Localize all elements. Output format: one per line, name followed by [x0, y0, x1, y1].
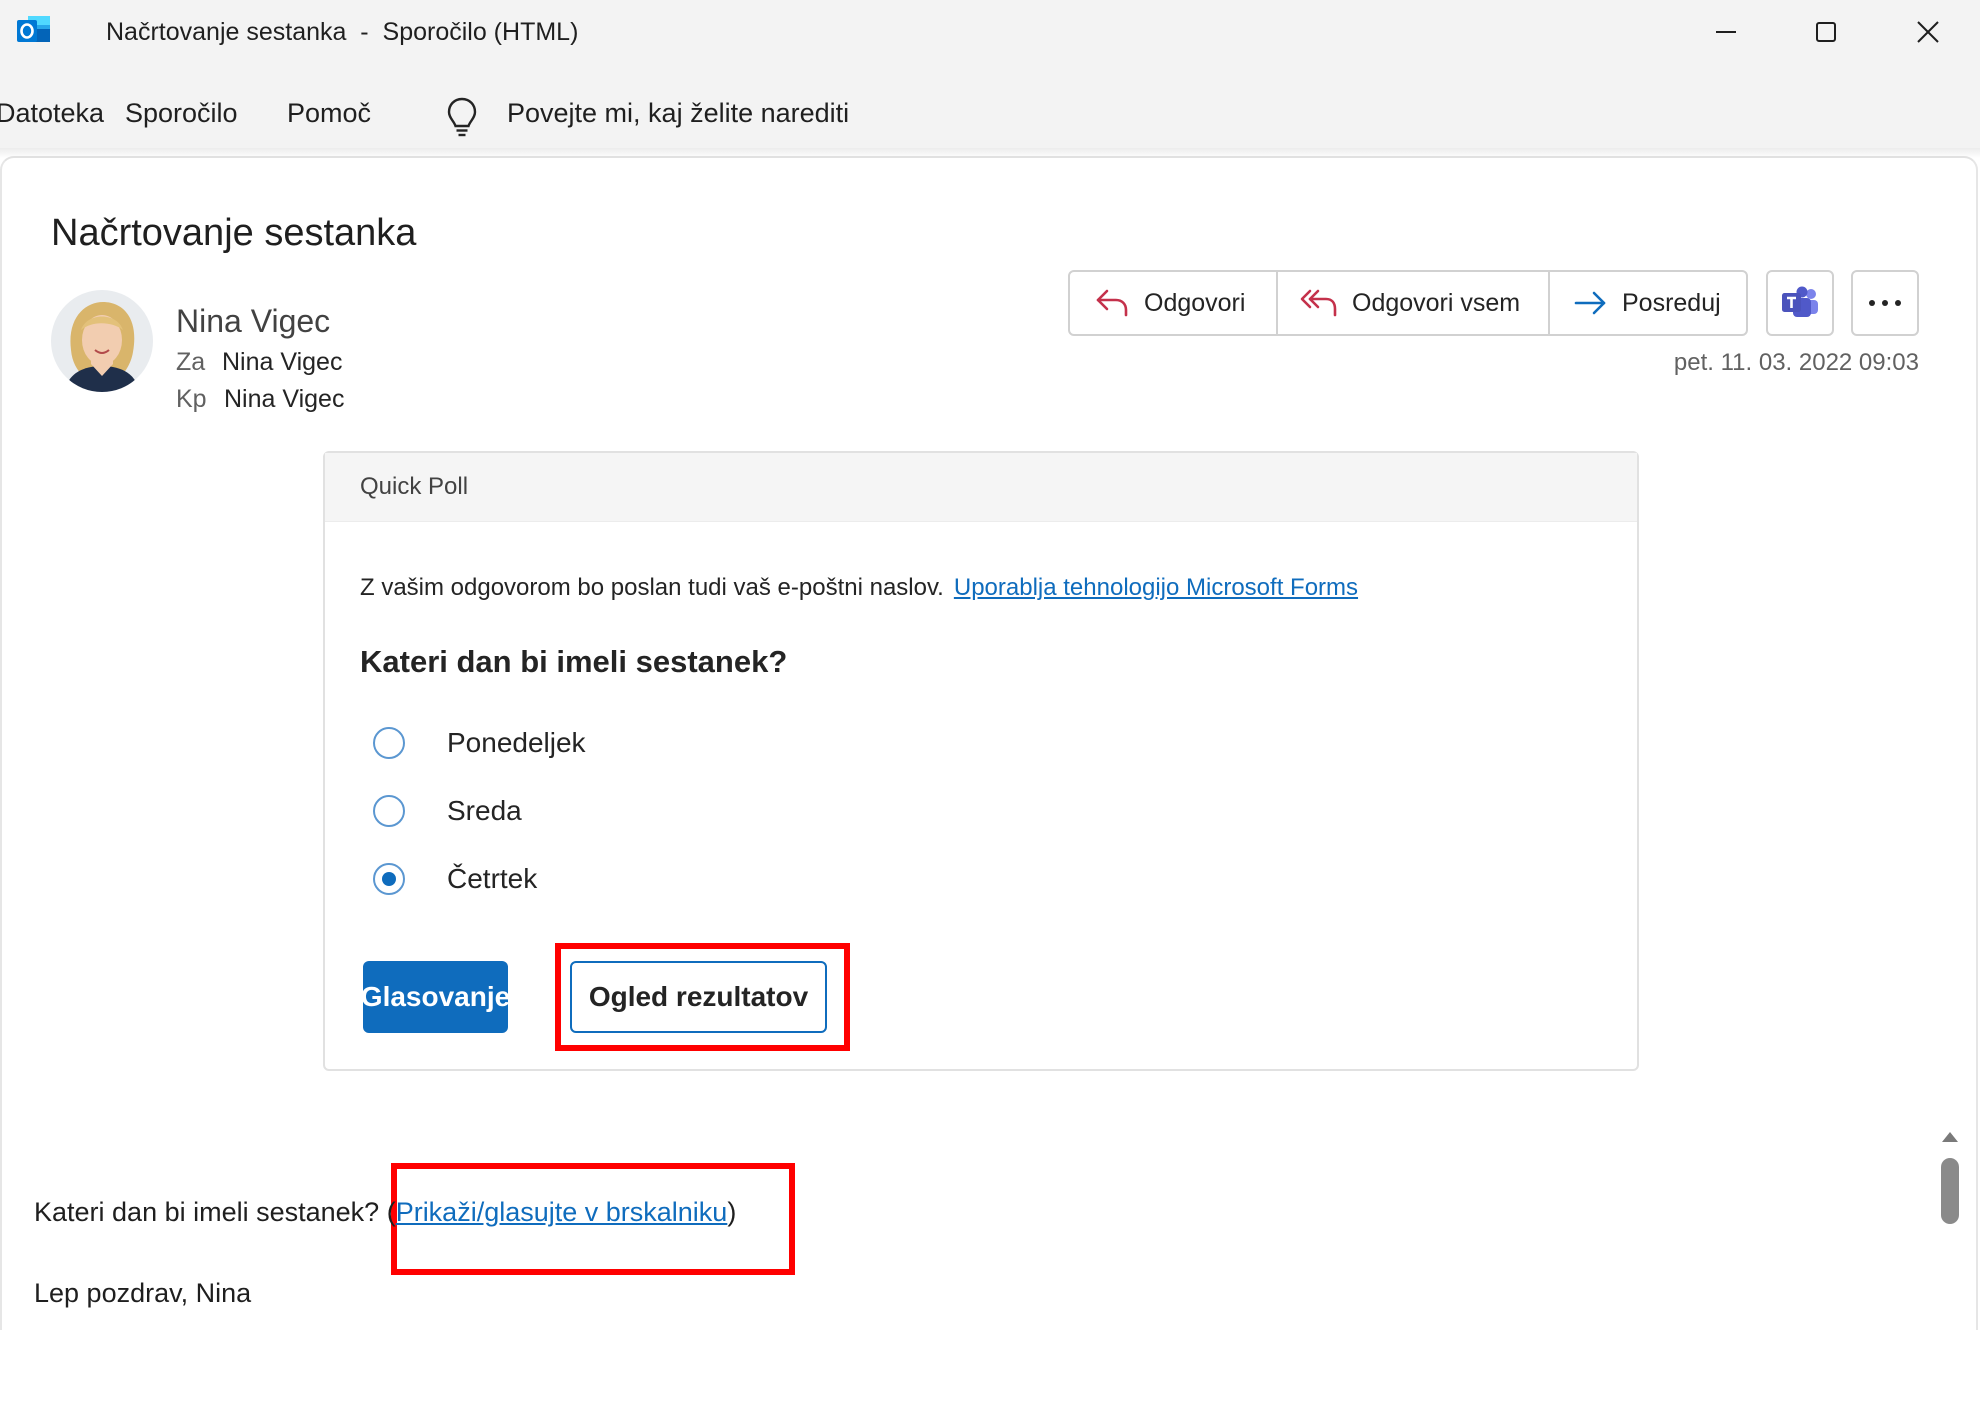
- sender-name[interactable]: Nina Vigec: [176, 303, 330, 340]
- message-subject: Načrtovanje sestanka: [51, 212, 417, 254]
- poll-option-label: Sreda: [447, 795, 522, 826]
- maximize-icon: [1816, 22, 1836, 42]
- minimize-icon: [1716, 31, 1736, 33]
- close-button[interactable]: [1897, 8, 1959, 56]
- radio-button[interactable]: [373, 795, 405, 827]
- poll-header-title: Quick Poll: [360, 473, 469, 500]
- message-date: pet. 11. 03. 2022 09:03: [1673, 349, 1919, 376]
- maximize-button[interactable]: [1795, 8, 1857, 56]
- teams-icon: [1782, 286, 1818, 317]
- reply-all-label: Odgovori vsem: [1352, 288, 1521, 317]
- close-icon: [1917, 21, 1939, 43]
- scroll-up-arrow[interactable]: [1939, 1128, 1961, 1149]
- title-bar: Načrtovanje sestanka - Sporočilo (HTML): [0, 0, 1980, 66]
- radio-button-selected[interactable]: [373, 863, 405, 895]
- poll-option-label: Četrtek: [447, 863, 538, 894]
- quick-poll-card: Quick Poll Z vašim odgovorom bo poslan t…: [323, 451, 1639, 1071]
- poll-header: Quick Poll: [325, 453, 1637, 522]
- outlook-icon: [16, 14, 52, 48]
- poll-question: Kateri dan bi imeli sestanek?: [360, 644, 788, 679]
- menu-item-file[interactable]: Datoteka: [0, 98, 104, 129]
- body-question-line: Kateri dan bi imeli sestanek? (Prikaži/g…: [34, 1197, 736, 1228]
- microsoft-forms-link[interactable]: Uporablja tehnologijo Microsoft Forms: [954, 574, 1358, 601]
- paren-close: ): [727, 1197, 737, 1227]
- forward-button[interactable]: Posreduj: [1550, 272, 1746, 334]
- reply-all-arrow-icon: [1300, 289, 1337, 317]
- reply-button[interactable]: Odgovori: [1070, 272, 1276, 334]
- menu-item-message[interactable]: Sporočilo: [125, 98, 238, 129]
- forward-label: Posreduj: [1622, 288, 1721, 317]
- teams-button[interactable]: [1766, 270, 1834, 336]
- poll-option-wednesday[interactable]: Sreda: [373, 791, 522, 831]
- minimize-button[interactable]: [1695, 8, 1757, 56]
- to-recipient[interactable]: Nina Vigec: [222, 348, 342, 377]
- body-signature: Lep pozdrav, Nina: [34, 1278, 252, 1308]
- body-question-text: Kateri dan bi imeli sestanek?: [34, 1197, 380, 1227]
- scrollbar-thumb[interactable]: [1941, 1158, 1959, 1224]
- forward-arrow-icon: [1574, 291, 1606, 315]
- menu-bar: Datoteka Sporočilo Pomoč: [0, 66, 1980, 148]
- menu-item-help[interactable]: Pomoč: [287, 98, 371, 129]
- radio-button[interactable]: [373, 727, 405, 759]
- poll-option-monday[interactable]: Ponedeljek: [373, 723, 586, 763]
- cc-label: Kp: [176, 385, 207, 413]
- ellipsis-icon: [1869, 300, 1901, 306]
- avatar[interactable]: [51, 290, 153, 392]
- caret-up-icon: [1942, 1132, 1958, 1142]
- more-options-button[interactable]: [1851, 270, 1919, 336]
- vote-button[interactable]: Glasovanje: [361, 961, 510, 1033]
- window-title: Načrtovanje sestanka - Sporočilo (HTML): [106, 18, 579, 46]
- paren-open: (: [379, 1197, 396, 1227]
- poll-notice-text: Z vašim odgovorom bo poslan tudi vaš e-p…: [360, 574, 944, 601]
- poll-option-label: Ponedeljek: [447, 727, 586, 758]
- to-label: Za: [176, 348, 206, 376]
- view-in-browser-link[interactable]: Prikaži/glasujte v brskalniku: [396, 1197, 728, 1227]
- message-actions: Odgovori Odgovori vsem Posreduj: [1068, 270, 1748, 336]
- reply-all-button[interactable]: Odgovori vsem: [1278, 272, 1548, 334]
- highlight-box-results: [555, 943, 850, 1051]
- lightbulb-icon[interactable]: [446, 96, 478, 143]
- reply-arrow-icon: [1096, 289, 1128, 317]
- reply-label: Odgovori: [1144, 288, 1246, 317]
- tell-me-search[interactable]: Povejte mi, kaj želite narediti: [507, 98, 849, 129]
- poll-notice: Z vašim odgovorom bo poslan tudi vaš e-p…: [360, 574, 1358, 602]
- poll-option-thursday[interactable]: Četrtek: [373, 859, 537, 899]
- cc-recipient[interactable]: Nina Vigec: [224, 385, 344, 414]
